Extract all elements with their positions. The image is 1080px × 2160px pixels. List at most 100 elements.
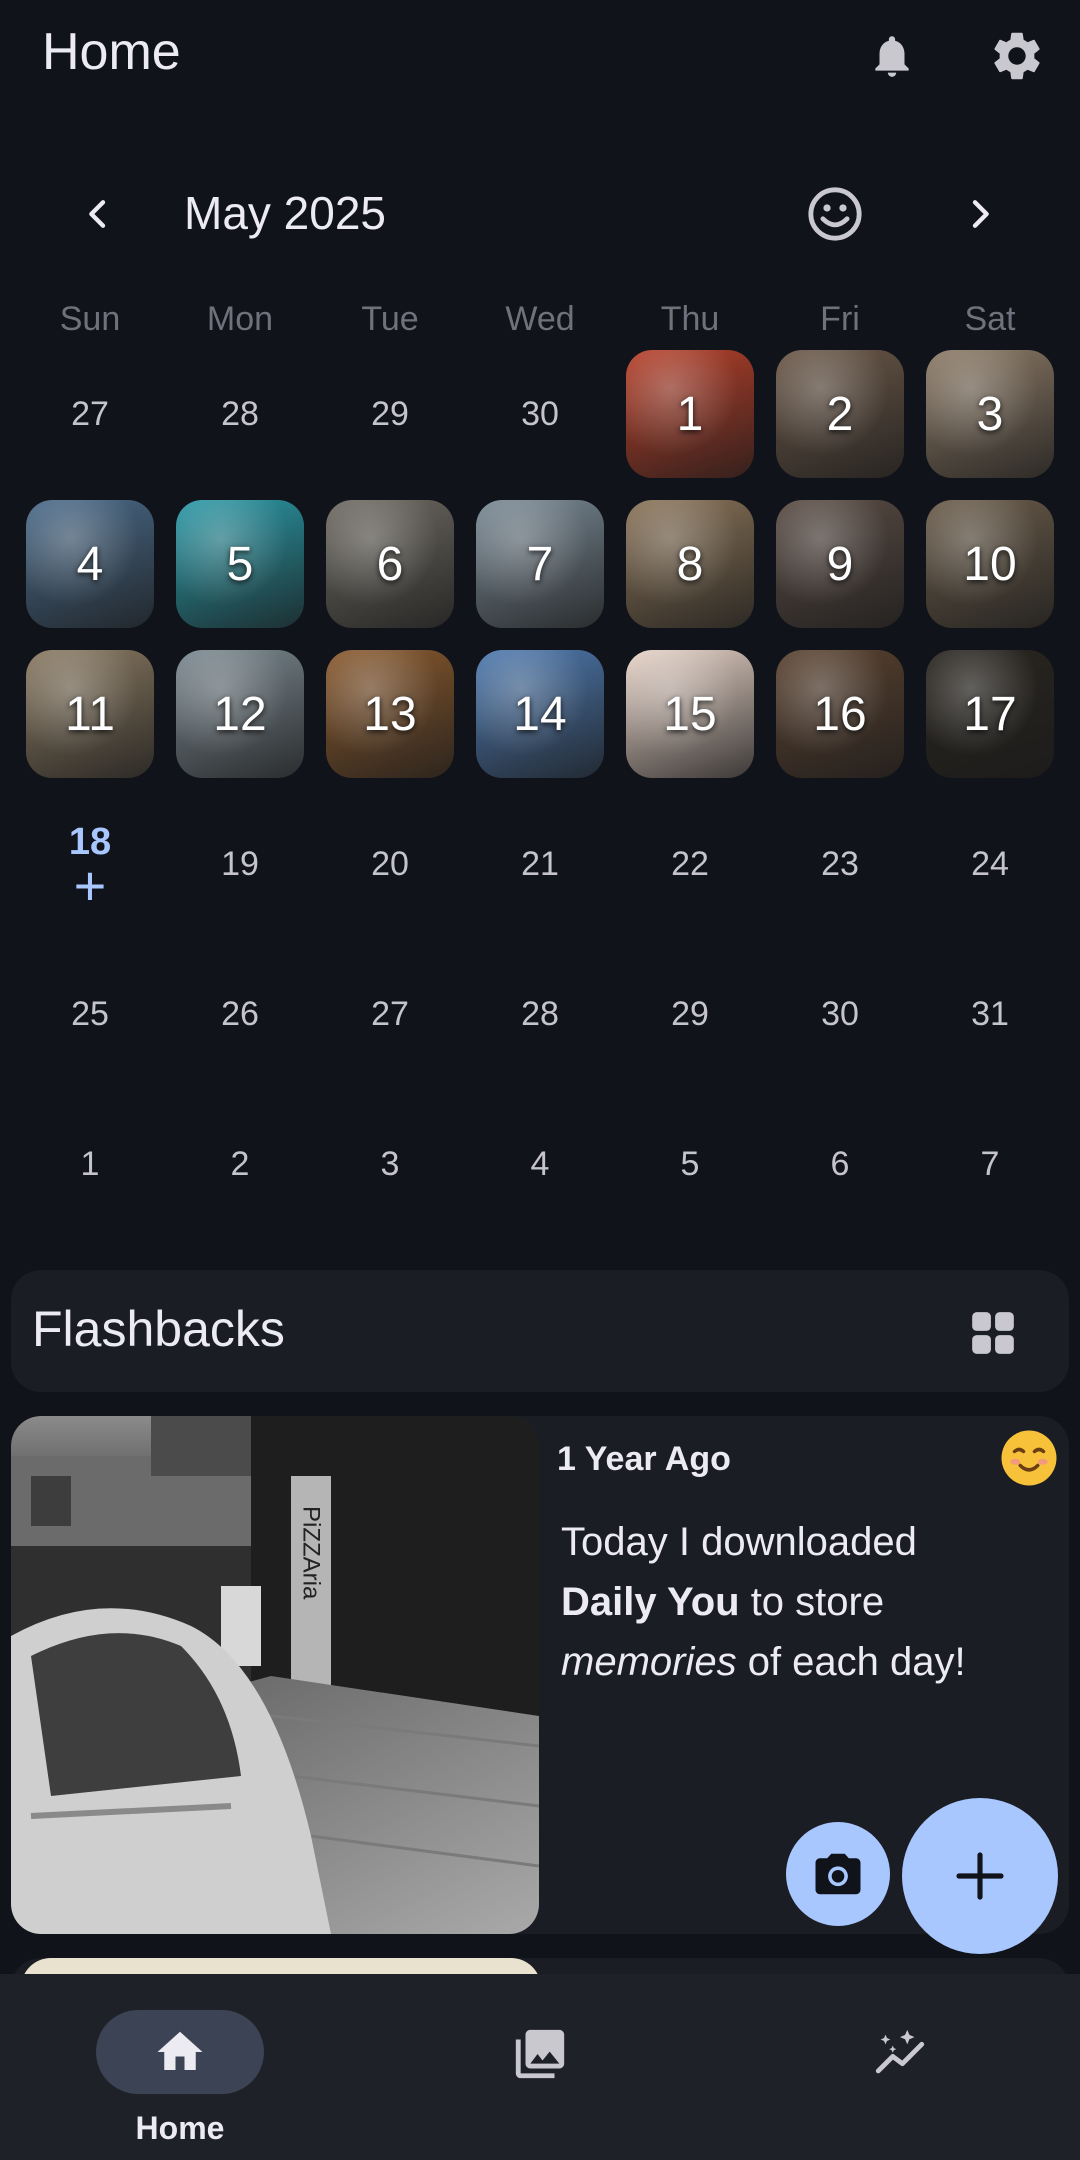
calendar-day-number: 31: [971, 994, 1009, 1033]
calendar-day[interactable]: 23: [776, 800, 904, 928]
calendar-day-with-photo[interactable]: 1: [626, 350, 754, 478]
chevron-right-icon: [972, 200, 989, 228]
calendar-day-number: 29: [371, 394, 409, 433]
calendar-day[interactable]: 1: [26, 1100, 154, 1228]
calendar-day-number: 18: [68, 820, 112, 863]
calendar-day[interactable]: 29: [626, 950, 754, 1078]
add-entry-plus-icon: +: [73, 853, 107, 917]
calendar-day[interactable]: 22: [626, 800, 754, 928]
calendar-day[interactable]: 3: [326, 1100, 454, 1228]
calendar-day-with-photo[interactable]: 9: [776, 500, 904, 628]
mood-button[interactable]: [795, 174, 875, 254]
calendar-day-number: 4: [530, 1144, 550, 1183]
previous-month-button[interactable]: [58, 174, 138, 254]
calendar-day[interactable]: 7: [926, 1100, 1054, 1228]
calendar-day[interactable]: 2: [176, 1100, 304, 1228]
calendar-day-number: 24: [971, 844, 1009, 883]
calendar-day[interactable]: 28: [176, 350, 304, 478]
calendar-day[interactable]: 6: [776, 1100, 904, 1228]
calendar-day-number: 8: [676, 537, 704, 591]
calendar-day-number: 1: [676, 387, 704, 441]
calendar-day-with-photo[interactable]: 4: [26, 500, 154, 628]
page-title: Home: [42, 23, 181, 81]
bottom-navigation: Home: [0, 1974, 1080, 2160]
calendar-day[interactable]: 24: [926, 800, 1054, 928]
weekday-label: Sat: [964, 300, 1016, 338]
calendar-day-with-photo[interactable]: 5: [176, 500, 304, 628]
weekday-label: Tue: [361, 300, 419, 338]
calendar-day-with-photo[interactable]: 12: [176, 650, 304, 778]
calendar-day-number: 12: [213, 687, 267, 741]
calendar-day-with-photo[interactable]: 17: [926, 650, 1054, 778]
calendar-day-with-photo[interactable]: 3: [926, 350, 1054, 478]
calendar-day-number: 5: [680, 1144, 700, 1183]
calendar-day[interactable]: 19: [176, 800, 304, 928]
bell-icon: [875, 36, 909, 77]
gallery-icon: [515, 2029, 565, 2079]
calendar-day[interactable]: 5: [626, 1100, 754, 1228]
calendar-day-with-photo[interactable]: 16: [776, 650, 904, 778]
calendar-day-number: 30: [521, 394, 559, 433]
calendar-day-with-photo[interactable]: 7: [476, 500, 604, 628]
calendar-day[interactable]: 30: [776, 950, 904, 1078]
calendar-day[interactable]: 28: [476, 950, 604, 1078]
calendar-day-with-photo[interactable]: 11: [26, 650, 154, 778]
calendar-day-number: 15: [663, 687, 717, 741]
calendar-day-with-photo[interactable]: 6: [326, 500, 454, 628]
calendar-day-number: 6: [376, 537, 404, 591]
next-month-button[interactable]: [940, 174, 1020, 254]
settings-button[interactable]: [977, 16, 1057, 96]
calendar-day-with-photo[interactable]: 15: [626, 650, 754, 778]
calendar-day-number: 2: [230, 1144, 250, 1183]
calendar-day-today[interactable]: 18 +: [26, 800, 154, 928]
flashback-date: 1 Year Ago: [557, 1440, 731, 1478]
calendar-day[interactable]: 27: [326, 950, 454, 1078]
calendar-day-number: 6: [830, 1144, 850, 1183]
calendar-day-number: 7: [980, 1144, 1000, 1183]
flashback-photo[interactable]: PiZZAria: [11, 1416, 539, 1934]
top-app-bar: Home: [0, 0, 1080, 112]
gear-icon: [994, 32, 1040, 80]
calendar-day-number: 30: [821, 994, 859, 1033]
calendar-day[interactable]: 31: [926, 950, 1054, 1078]
calendar-day[interactable]: 20: [326, 800, 454, 928]
smiley-icon: [808, 187, 862, 241]
calendar-day[interactable]: 25: [26, 950, 154, 1078]
calendar-day-number: 27: [71, 394, 109, 433]
calendar-day-number: 9: [826, 537, 854, 591]
calendar-day-with-photo[interactable]: 8: [626, 500, 754, 628]
calendar-day-with-photo[interactable]: 10: [926, 500, 1054, 628]
calendar-day-number: 26: [221, 994, 259, 1033]
layout-toggle-button[interactable]: [968, 1308, 1018, 1363]
calendar-day[interactable]: 29: [326, 350, 454, 478]
calendar-day-number: 14: [513, 687, 567, 741]
weekday-label: Sun: [59, 300, 121, 338]
mood-emoji: [999, 1428, 1059, 1493]
calendar-day-number: 3: [976, 387, 1004, 441]
nav-item-gallery[interactable]: [360, 1974, 720, 2160]
calendar-day[interactable]: 21: [476, 800, 604, 928]
notifications-button[interactable]: [852, 16, 932, 96]
nav-item-home[interactable]: Home: [0, 1974, 360, 2160]
nav-item-insights[interactable]: [720, 1974, 1080, 2160]
calendar-day[interactable]: 30: [476, 350, 604, 478]
calendar-day-number: 2: [826, 387, 854, 441]
add-entry-button[interactable]: [902, 1798, 1058, 1954]
camera-button[interactable]: [786, 1822, 890, 1926]
chevron-left-icon: [89, 200, 106, 228]
month-navigation: May 2025: [0, 170, 1080, 260]
calendar-day-with-photo[interactable]: 14: [476, 650, 604, 778]
grid-view-icon: [972, 1312, 1014, 1354]
calendar-day[interactable]: 26: [176, 950, 304, 1078]
calendar-day-number: 20: [371, 844, 409, 883]
calendar-day[interactable]: 4: [476, 1100, 604, 1228]
calendar-day[interactable]: 27: [26, 350, 154, 478]
nav-active-indicator: [96, 2010, 264, 2094]
insights-icon: [875, 2029, 925, 2074]
flashback-entry-text: Today I downloaded Daily You to store memo…: [561, 1520, 966, 1684]
calendar-day-with-photo[interactable]: 13: [326, 650, 454, 778]
calendar-day-number: 28: [221, 394, 259, 433]
calendar-day-number: 5: [226, 537, 254, 591]
home-icon: [157, 2031, 203, 2070]
calendar-day-with-photo[interactable]: 2: [776, 350, 904, 478]
